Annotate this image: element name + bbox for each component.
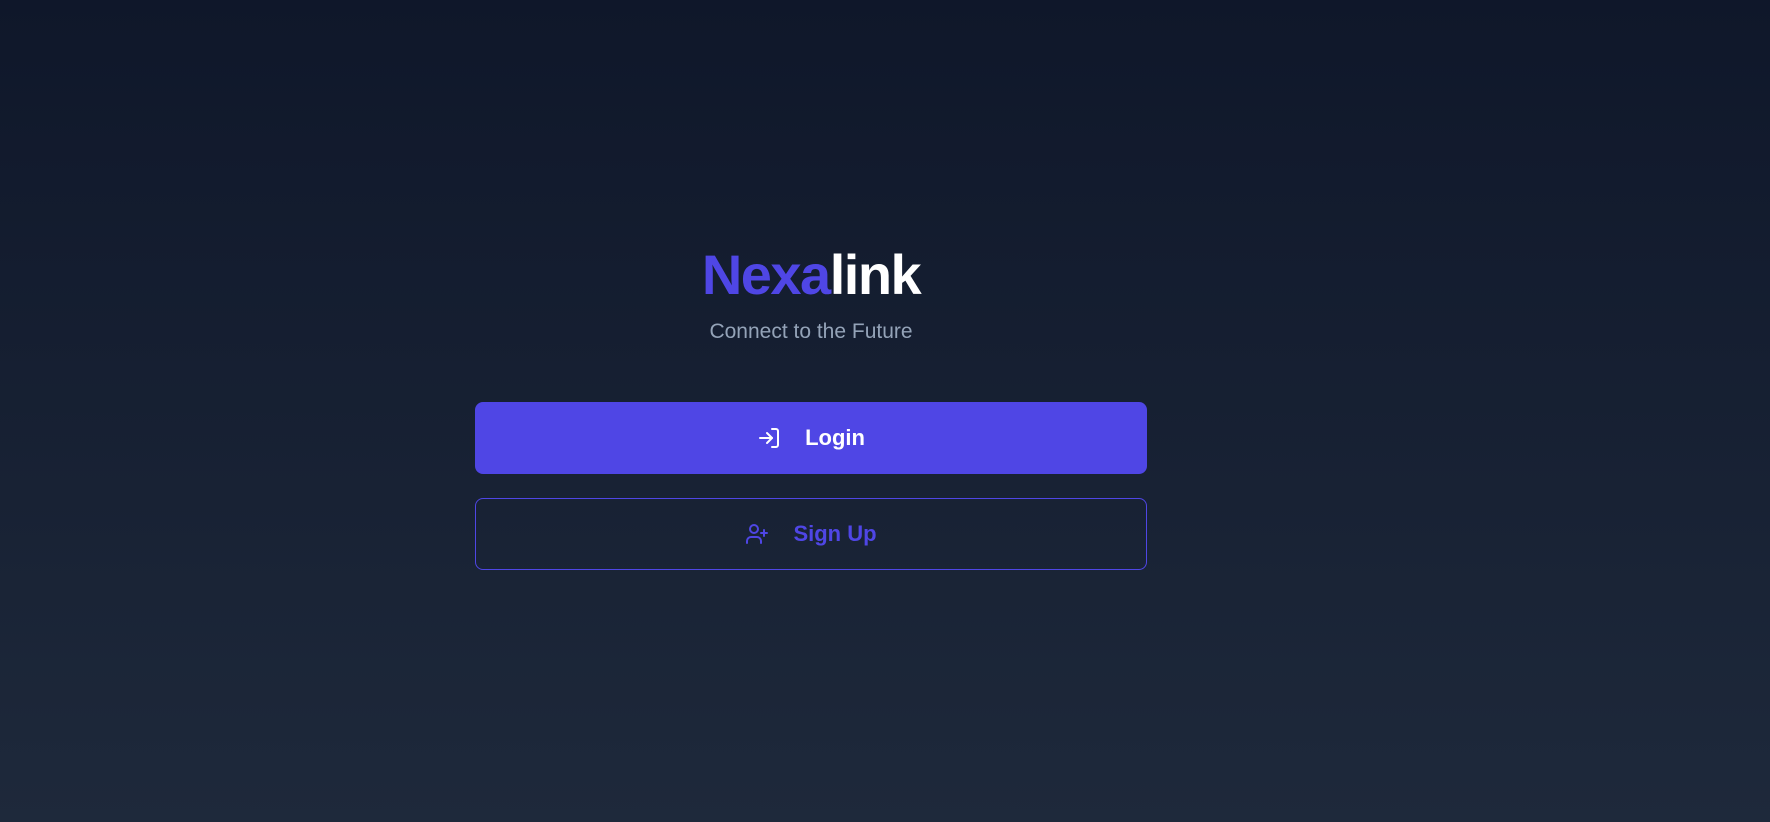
signup-button[interactable]: Sign Up [475, 498, 1147, 570]
login-button-label: Login [805, 425, 865, 450]
login-button[interactable]: Login [475, 402, 1147, 474]
user-plus-icon [745, 522, 769, 546]
tagline: Connect to the Future [709, 320, 913, 343]
auth-panel: Nexalink Connect to the Future Login Sig… [475, 240, 1147, 570]
brand-logo: Nexalink [701, 240, 922, 310]
brand-name-primary: Nexa [701, 243, 831, 306]
brand-name-secondary: link [829, 243, 922, 306]
login-icon [757, 426, 781, 450]
signup-button-label: Sign Up [793, 521, 877, 546]
